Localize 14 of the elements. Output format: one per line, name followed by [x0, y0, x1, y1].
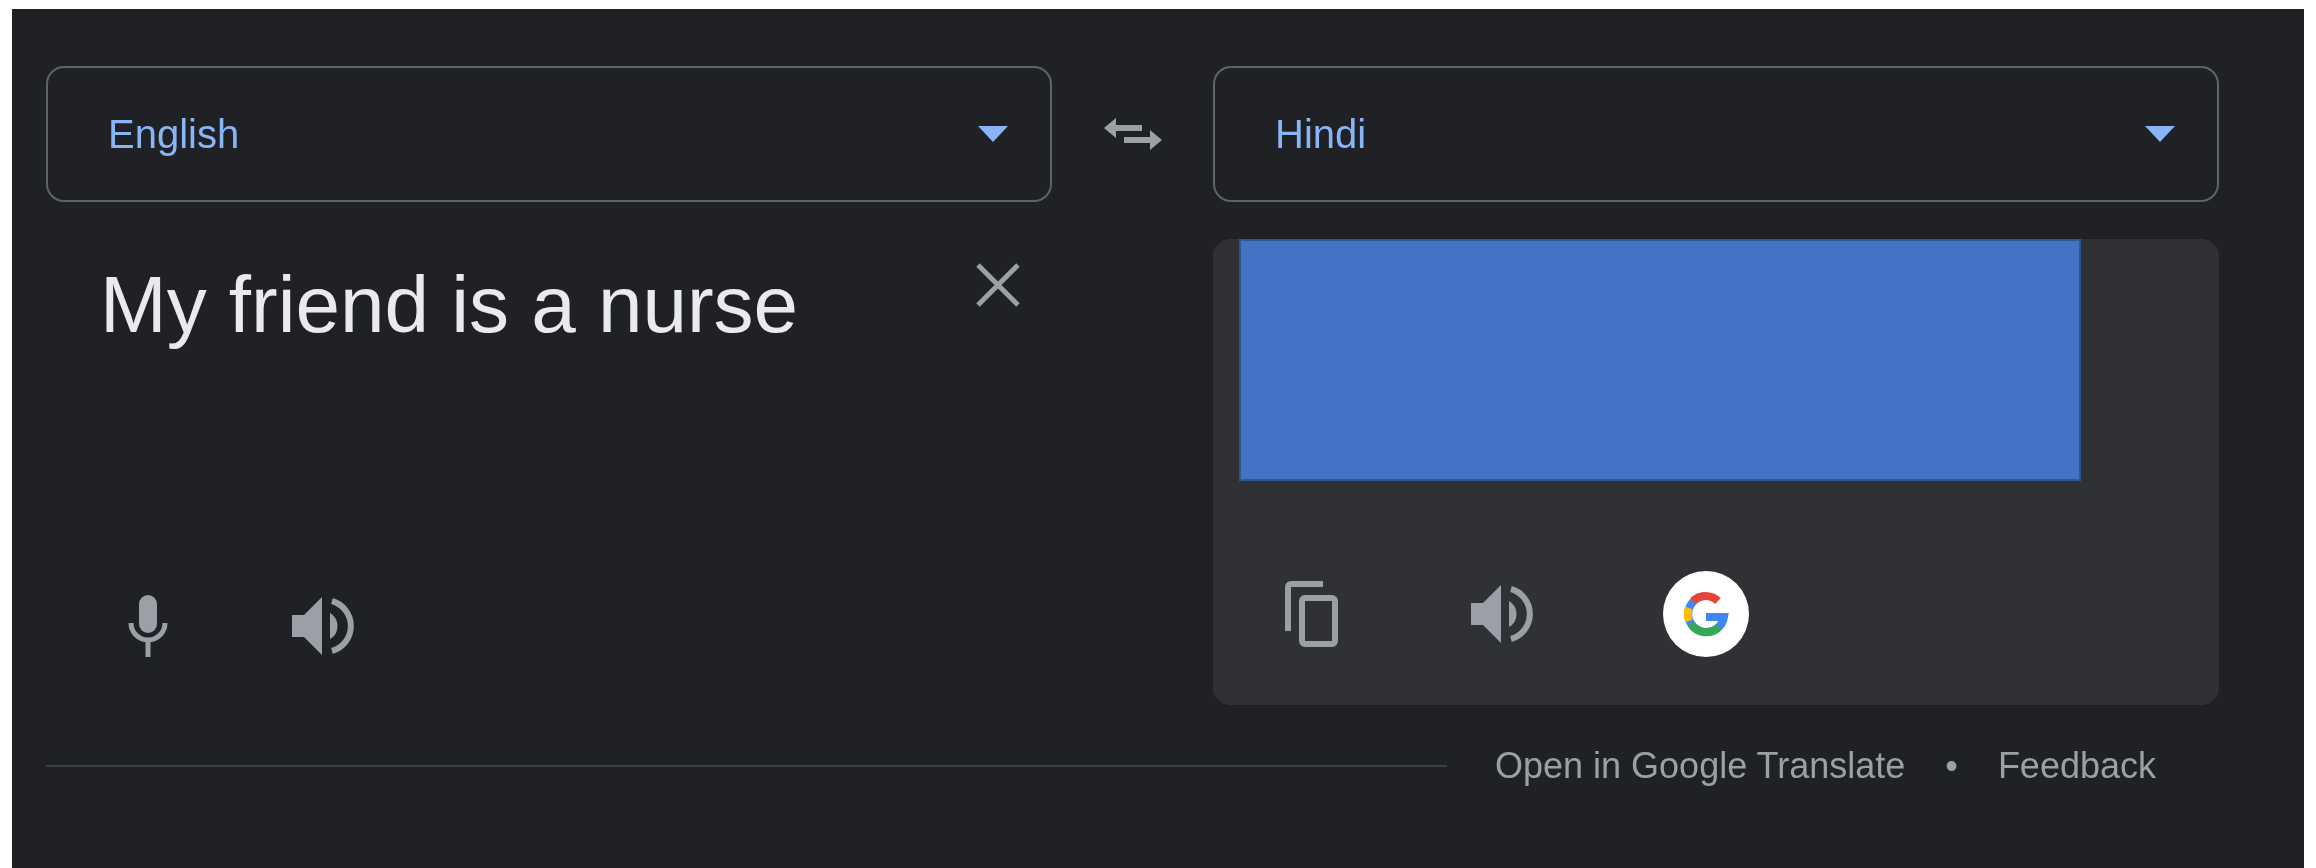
dropdown-caret-icon — [978, 126, 1008, 142]
microphone-icon[interactable] — [128, 595, 168, 657]
source-text[interactable]: My friend is a nurse — [100, 261, 799, 349]
language-dropdown[interactable]: English — [46, 66, 1052, 202]
dropdown-caret-icon — [2145, 126, 2175, 142]
close-icon[interactable] — [974, 261, 1022, 309]
speaker-icon[interactable] — [292, 597, 354, 655]
speaker-icon[interactable] — [1471, 585, 1533, 643]
copy-icon[interactable] — [1285, 581, 1341, 647]
separator-dot: • — [1945, 745, 1958, 787]
language-dropdown[interactable]: Hindi — [1213, 66, 2219, 202]
feedback-link[interactable]: Feedback — [1997, 745, 2156, 787]
open-in-translate-link[interactable]: Open in Google Translate — [1495, 745, 1906, 787]
google-logo-icon[interactable] — [1663, 571, 1749, 657]
